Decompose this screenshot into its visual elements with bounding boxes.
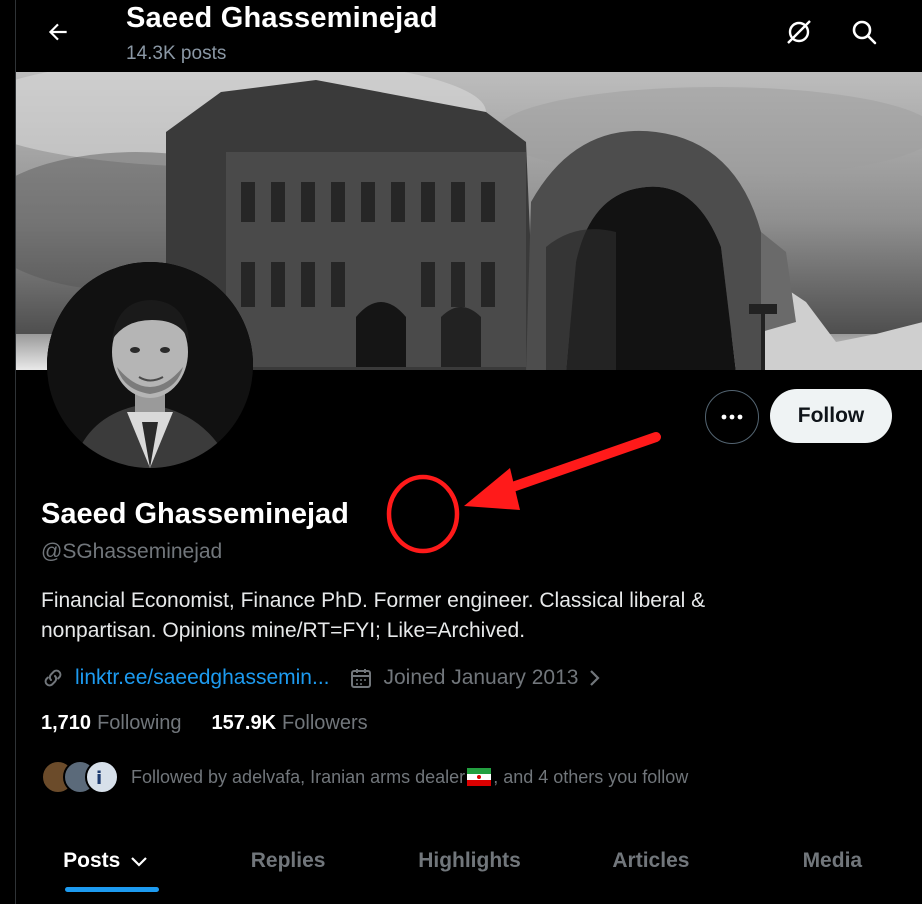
followed-by-text-tail: , and 4 others you follow <box>493 766 689 787</box>
followers-count: 157.9K <box>211 712 277 734</box>
tab-articles[interactable]: Articles <box>560 825 741 897</box>
profile-name: Saeed Ghasseminejad <box>41 498 349 530</box>
svg-text:i: i <box>96 768 102 789</box>
more-icon <box>721 414 743 420</box>
chevron-right-icon[interactable] <box>584 666 604 690</box>
link-icon <box>44 669 62 687</box>
followed-by-text: Followed by adelvafa, Iranian arms deale… <box>131 766 466 787</box>
avatar: i <box>85 760 119 794</box>
search-button[interactable] <box>846 14 882 50</box>
profile-handle: @SGhasseminejad <box>41 540 223 563</box>
profile-stats: 1,710 Following 157.9K Followers <box>41 712 368 735</box>
tab-label: Articles <box>612 849 690 872</box>
profile-page: Saeed Ghasseminejad 14.3K posts Follow S… <box>15 0 922 904</box>
avatar-photo <box>47 262 253 468</box>
tab-highlights[interactable]: Highlights <box>379 825 560 897</box>
following-link[interactable]: 1,710 Following <box>41 712 182 735</box>
iran-flag-icon <box>467 768 492 786</box>
following-count: 1,710 <box>41 712 92 734</box>
profile-avatar[interactable] <box>47 262 253 468</box>
tab-label: Replies <box>250 849 326 872</box>
posts-count: 14.3K posts <box>126 43 227 64</box>
bio-line: nonpartisan. Opinions mine/RT=FYI; Like=… <box>41 619 526 642</box>
followers-label: Followers <box>282 712 368 734</box>
profile-bio: Financial Economist, Finance PhD. Former… <box>41 586 801 646</box>
tab-label: Posts <box>63 849 121 872</box>
follower-avatars: i <box>41 760 121 794</box>
grok-button[interactable] <box>781 14 817 50</box>
back-arrow-icon <box>48 23 67 41</box>
tab-media[interactable]: Media <box>742 825 922 897</box>
chevron-down-icon <box>131 857 148 867</box>
back-button[interactable] <box>40 14 76 50</box>
followed-by[interactable]: i Followed by adelvafa, Iranian arms dea… <box>41 760 688 794</box>
following-label: Following <box>97 712 182 734</box>
tab-posts[interactable]: Posts <box>16 825 197 897</box>
tab-label: Highlights <box>418 849 521 872</box>
profile-link[interactable]: linktr.ee/saeedghassemin... <box>75 666 329 690</box>
tab-replies[interactable]: Replies <box>197 825 378 897</box>
profile-tabs: Posts Replies Highlights Articles Media <box>16 825 922 897</box>
calendar-icon <box>351 669 372 688</box>
bio-line: Financial Economist, Finance PhD. Former… <box>41 589 706 612</box>
active-tab-indicator <box>65 887 159 892</box>
grok-icon <box>787 20 811 44</box>
more-button[interactable] <box>705 390 759 444</box>
tab-label: Media <box>802 849 863 872</box>
page-title: Saeed Ghasseminejad <box>126 2 438 34</box>
followers-link[interactable]: 157.9K Followers <box>212 712 368 735</box>
search-icon <box>852 20 877 45</box>
joined-date[interactable]: Joined January 2013 <box>383 666 578 690</box>
top-bar: Saeed Ghasseminejad 14.3K posts <box>16 0 922 72</box>
follow-button[interactable]: Follow <box>770 389 892 443</box>
profile-meta: linktr.ee/saeedghassemin... Joined Janua… <box>41 662 604 694</box>
